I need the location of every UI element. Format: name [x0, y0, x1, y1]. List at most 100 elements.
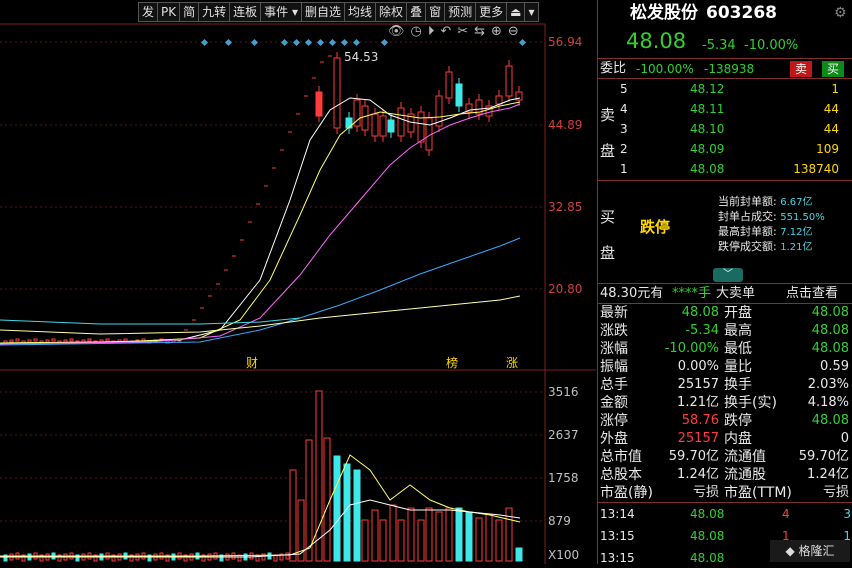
level-index: 4: [620, 102, 628, 116]
quote-label: 总手: [600, 377, 628, 393]
level-index: 3: [620, 122, 628, 136]
stock-code: 603268: [706, 3, 777, 23]
toolbar-button-10[interactable]: 窗: [425, 2, 446, 22]
level-volume: 109: [816, 142, 839, 156]
toolbar-button-11[interactable]: 预测: [444, 2, 477, 22]
candle: [445, 71, 453, 99]
price-change-pct: -10.00%: [744, 38, 799, 53]
toolbar-button-0[interactable]: 发: [138, 2, 159, 22]
sell-level-4[interactable]: 4 48.11 44: [598, 100, 852, 118]
level-price: 48.10: [690, 122, 725, 136]
tick-time: 13:14: [600, 507, 635, 521]
quote-label: 流通股: [724, 467, 766, 483]
watermark-text: 格隆汇: [798, 544, 835, 558]
big-order-label: 大卖单: [716, 286, 756, 301]
toolbar-button-14[interactable]: ▾: [524, 2, 539, 22]
kline-svg: [0, 23, 596, 564]
toolbar-button-1[interactable]: PK: [157, 2, 181, 22]
kline-chart[interactable]: 发 PK 简九转 连板 事件 ▾ 删自选 均线 除权叠窗预测 更多 ⏏ ▾ 👁◷⏵↶✂⇆⊕⊖ 56.…: [0, 0, 596, 564]
quote-row: 涨跌 -5.34 最高 48.08: [598, 322, 852, 340]
quote-value: 1.21亿: [677, 395, 719, 410]
tick-volume: 4: [782, 507, 790, 521]
big-order-link[interactable]: 点击查看: [786, 285, 838, 303]
quote-label: 跌停: [724, 413, 752, 429]
price-change: -5.34: [702, 38, 736, 53]
ma120b-line: [0, 317, 301, 325]
buy-button[interactable]: 买: [822, 61, 844, 77]
marker-list[interactable]: 榜: [446, 354, 458, 371]
buy-side-label-2: 盘: [600, 244, 616, 262]
level-index: 5: [620, 82, 628, 96]
ma60-line: [0, 237, 521, 346]
vol-unit: X100: [548, 548, 580, 562]
quote-label: 涨停: [600, 413, 628, 429]
quote-value: 0.59: [820, 359, 849, 374]
quote-label: 市盈(TTM): [724, 485, 792, 501]
sell-level-3[interactable]: 3 48.10 44: [598, 120, 852, 138]
volume-bar: [465, 511, 473, 562]
volume-bar: [397, 519, 405, 562]
quote-value: 2.03%: [807, 377, 849, 392]
quote-row: 振幅 0.00% 量比 0.59: [598, 358, 852, 376]
toolbar-button-6[interactable]: 删自选: [301, 2, 346, 22]
current-price: 48.08: [626, 29, 687, 53]
quote-row: 总手 25157 换手 2.03%: [598, 376, 852, 394]
sell-level-5[interactable]: 5 48.12 1: [598, 80, 852, 98]
quote-label: 外盘: [600, 431, 628, 447]
tick-count: 3: [843, 507, 851, 521]
toolbar-button-13[interactable]: ⏏: [506, 2, 526, 22]
vol-tick-1: 2637: [548, 428, 579, 442]
volume-bar: [515, 547, 523, 562]
price-tick-2: 32.85: [548, 200, 583, 214]
volume-bar: [361, 519, 369, 562]
marker-limit[interactable]: 涨: [506, 354, 518, 371]
level-index: 1: [620, 162, 628, 176]
toolbar-button-12[interactable]: 更多: [475, 2, 508, 22]
quote-row: 金额 1.21亿 换手(实) 4.18%: [598, 394, 852, 412]
volume-bar: [485, 513, 493, 562]
candle: [361, 105, 369, 131]
settings-icon[interactable]: ⚙: [834, 4, 847, 22]
quote-value: 1.24亿: [807, 467, 849, 482]
volume-bar: [315, 390, 323, 562]
toolbar-button-9[interactable]: 叠: [406, 2, 427, 22]
big-order-stars: ****手: [672, 286, 712, 301]
vol-tick-3: 879: [548, 514, 571, 528]
tick-time: 13:15: [600, 529, 635, 543]
order-ratio-diff: -138938: [704, 62, 755, 76]
quote-value: 48.08: [681, 305, 719, 320]
chart-tool-icons[interactable]: 👁◷⏵↶✂⇆⊕⊖: [388, 24, 525, 39]
candle: [87, 338, 92, 342]
quote-label: 涨幅: [600, 341, 628, 357]
marker-finance[interactable]: 财: [246, 354, 258, 371]
quote-value: 亏损: [692, 485, 719, 500]
seal-stat-key: 当前封单额:: [718, 195, 777, 208]
candle: [345, 117, 353, 129]
candle: [379, 115, 387, 137]
volume-bar: [343, 463, 351, 562]
quote-row: 涨幅 -10.00% 最低 48.08: [598, 340, 852, 358]
vol-tick-2: 1758: [548, 471, 579, 485]
seal-stat-key: 封单占成交:: [718, 210, 777, 223]
sell-level-1[interactable]: 1 48.08 138740: [598, 160, 852, 178]
quote-label: 量比: [724, 359, 752, 375]
volume-bar: [425, 507, 433, 562]
tick-price: 48.08: [690, 529, 725, 543]
candle: [371, 113, 379, 137]
sell-button[interactable]: 卖: [790, 61, 812, 77]
seal-stat-key: 跌停成交额:: [718, 240, 777, 253]
vol-tick-0: 3516: [548, 385, 579, 399]
toolbar-button-3[interactable]: 九转: [198, 2, 231, 22]
volume-bar: [305, 439, 313, 562]
toolbar-button-4[interactable]: 连板: [229, 2, 262, 22]
toolbar-button-8[interactable]: 除权: [375, 2, 408, 22]
sell-side-label: 卖: [600, 106, 616, 124]
toolbar-button-2[interactable]: 简: [179, 2, 200, 22]
toolbar-button-5[interactable]: 事件 ▾: [260, 2, 303, 22]
toolbar-button-7[interactable]: 均线: [344, 2, 377, 22]
volume-bar: [255, 554, 260, 562]
volume-bar: [249, 552, 254, 560]
sell-level-2[interactable]: 2 48.09 109: [598, 140, 852, 158]
ma20-line: [0, 103, 521, 345]
expand-toggle[interactable]: ﹀: [713, 268, 743, 282]
